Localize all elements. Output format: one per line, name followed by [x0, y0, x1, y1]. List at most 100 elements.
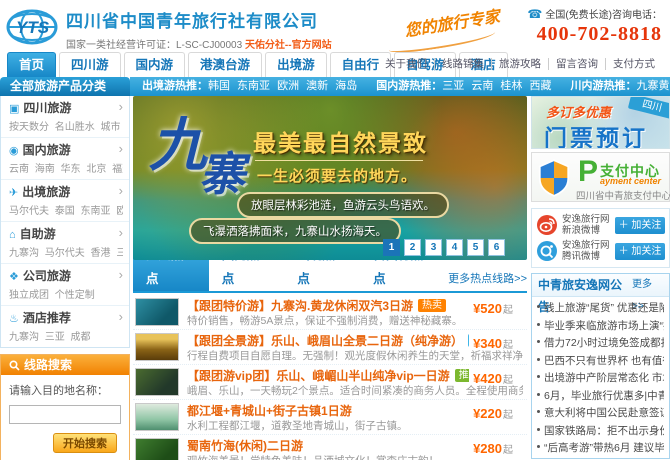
chevron-right-icon: › — [119, 141, 123, 156]
announcement-item[interactable]: 出境游中产阶层常态化 市场需要 — [537, 370, 664, 388]
category-item-sichuan[interactable]: ▣四川旅游› 按天数分 名山胜水 城市 — [1, 96, 129, 138]
route-search-panel: 线路搜索 请输入目的地名称： 开始搜索 热点搜索： 九寨沟 丽江 拉萨 峨眉山 … — [0, 354, 130, 460]
company-name: 四川省中国青年旅行社有限公司 — [66, 7, 332, 32]
weibo-follow-box: 安逸旅行网 新浪微博 ＋ 加关注 安 — [531, 208, 670, 268]
product-price: ¥340起 — [473, 336, 513, 351]
announcement-item[interactable]: “后高考游”带热6月 建议毕业 — [537, 440, 664, 458]
product-thumbnail[interactable] — [135, 368, 179, 396]
product-thumbnail[interactable] — [135, 298, 179, 326]
nav-tab-home[interactable]: 首页 — [7, 52, 56, 77]
link-payment-methods[interactable]: 支付方式 — [605, 58, 662, 70]
category-sublinks[interactable]: 按天数分 名山胜水 城市 — [9, 118, 123, 133]
hot-links-strip: 出境游热推：韩国 东南亚 欧洲 澳新 海岛 国内游热推：三亚 云南 桂林 西藏 … — [130, 77, 670, 96]
price-suffix: 起 — [503, 445, 513, 456]
banner-page-button[interactable]: 3 — [425, 239, 442, 256]
product-title-link[interactable]: 【跟团游vip团】乐山、峨嵋山半山纯净vip一日游 — [187, 369, 450, 383]
category-item-company[interactable]: ❖公司旅游› 独立成团 个性定制 — [1, 264, 129, 306]
product-item[interactable]: 【跟团游vip团】乐山、峨嵋山半山纯净vip一日游推荐 峨眉、乐山，一天畅玩2个… — [133, 365, 527, 400]
route-search-title: 线路搜索 — [24, 355, 72, 375]
domestic-hot-links[interactable]: 三亚 云南 桂林 西藏 — [442, 80, 551, 92]
category-name: 四川旅游 — [23, 101, 71, 115]
category-sublinks[interactable]: 九寨沟 三亚 成都 — [9, 328, 123, 343]
link-travel-guide[interactable]: 旅游攻略 — [491, 58, 548, 70]
price-value: ¥420 — [473, 371, 502, 386]
announcement-item[interactable]: 6月，毕业旅行优惠多|中青旅 — [537, 388, 664, 406]
destination-input[interactable] — [9, 405, 121, 424]
globe-icon: ◉ — [9, 145, 19, 157]
product-thumbnail[interactable] — [135, 333, 179, 361]
announcement-item[interactable]: 探秘巴西世界杯首战地圣保罗 体 — [537, 458, 664, 460]
link-message-consult[interactable]: 留言咨询 — [548, 58, 605, 70]
category-item-hotel[interactable]: ♨酒店推荐› 九寨沟 三亚 成都 — [1, 306, 129, 347]
route-search-body: 请输入目的地名称： 开始搜索 热点搜索： 九寨沟 丽江 拉萨 峨眉山 三亚 桂林… — [1, 375, 129, 460]
nav-tab-sichuan[interactable]: 四川游 — [59, 52, 121, 77]
hot-sale-badge: 热卖 — [418, 299, 446, 312]
right-column: 多订多优惠 门票预订 四川 P — [531, 96, 670, 459]
announcement-item[interactable]: 毕业季来临旅游市场上演“抢客” — [537, 318, 664, 336]
announcement-item[interactable]: 国家铁路局：拒不出示身份证将被 — [537, 423, 664, 441]
category-sublinks[interactable]: 独立成团 个性定制 — [9, 286, 123, 301]
banner-page-button[interactable]: 1 — [383, 239, 400, 256]
outbound-hot-links[interactable]: 韩国 东南亚 欧洲 澳新 海岛 — [208, 80, 357, 92]
product-thumbnail[interactable] — [135, 403, 179, 431]
product-title-link[interactable]: 蜀南竹海(休闲)二日游 — [187, 439, 303, 453]
banner-page-button[interactable]: 5 — [467, 239, 484, 256]
announcement-item[interactable]: 线上旅游“尾货” 优惠还是陷阱 — [537, 300, 664, 318]
nav-utility-links: 关于我们线路锦集旅游攻略留言咨询支付方式 — [378, 52, 662, 77]
price-value: ¥340 — [473, 336, 502, 351]
chevron-right-icon: › — [119, 267, 123, 282]
chevron-right-icon: › — [119, 309, 123, 324]
payment-center-box[interactable]: P 支付中心 ayment center 四川省中青旅支付中心 — [531, 152, 670, 202]
announcement-item[interactable]: 意大利将中国公民赴意签证办理时 — [537, 405, 664, 423]
ticket-booking-banner[interactable]: 多订多优惠 门票预订 四川 — [531, 96, 670, 149]
category-name: 公司旅游 — [23, 269, 71, 283]
announcement-item[interactable]: 巴西不只有世界杯 也有值得去旅 — [537, 353, 664, 371]
license-line: 国家一类社经营许可证：L-SC-CJ00003 天佑分社--官方网站 — [66, 36, 332, 51]
price-value: ¥220 — [473, 406, 502, 421]
main-content: ▣四川旅游› 按天数分 名山胜水 城市 ◉ 国内旅游 › 云南 海南 华东 北京 福… — [0, 96, 670, 460]
banner-page-button[interactable]: 4 — [446, 239, 463, 256]
announcement-item[interactable]: 借力72小时过境免签成都打造知 — [537, 335, 664, 353]
category-sublinks[interactable]: 云南 海南 华东 北京 福建 — [9, 160, 123, 175]
category-item-domestic[interactable]: ◉ 国内旅游 › 云南 海南 华东 北京 福建 — [1, 138, 129, 180]
left-sidebar: ▣四川旅游› 按天数分 名山胜水 城市 ◉ 国内旅游 › 云南 海南 华东 北京 福… — [0, 96, 130, 460]
product-item[interactable]: 蜀南竹海(休闲)二日游 观竹海美景！尝特色美味！品酒城文化！赏李庄古韵！ ¥28… — [133, 435, 527, 460]
category-sublinks[interactable]: 九寨沟 马尔代夫 香港 三亚 — [9, 244, 123, 259]
nav-tab-outbound[interactable]: 出境游 — [265, 52, 327, 77]
announcement-more-link[interactable]: 更多>> — [632, 274, 663, 296]
nav-tab-domestic[interactable]: 国内游 — [124, 52, 186, 77]
product-price: ¥280起 — [473, 441, 513, 456]
category-item-self-guided[interactable]: ⌂自助游› 九寨沟 马尔代夫 香港 三亚 — [1, 222, 129, 264]
start-search-button[interactable]: 开始搜索 — [53, 433, 117, 453]
link-about-us[interactable]: 关于我们 — [378, 58, 434, 70]
more-hot-routes-link[interactable]: 更多热点线路>> — [448, 267, 527, 291]
follow-button[interactable]: ＋ 加关注 — [615, 217, 665, 234]
product-title-link[interactable]: 【跟团全景游】乐山、峨眉山全景二日游（纯净游） — [187, 334, 463, 348]
weibo-account-line1: 安逸旅行网 — [562, 214, 610, 225]
cyts-globe-logo-icon: YTS — [6, 6, 62, 48]
category-name: 自助游 — [20, 227, 56, 241]
product-title-link[interactable]: 【跟团特价游】九寨沟.黄龙休闲双汽3日游 — [187, 299, 413, 313]
category-item-outbound[interactable]: ✈出境旅游› 马尔代夫 泰国 东南亚 欧洲 — [1, 180, 129, 222]
product-title-link[interactable]: 都江堰+青城山+街子古镇1日游 — [187, 404, 352, 418]
license-text: 国家一类社经营许可证：L-SC-CJ00003 — [66, 40, 242, 51]
branch-name: 天佑分社--官方网站 — [245, 40, 332, 51]
link-route-collection[interactable]: 线路锦集 — [434, 58, 491, 70]
phone-block: ☎全国(免费长途)咨询电话： 400-702-8818 — [527, 6, 662, 46]
product-item[interactable]: 【跟团特价游】九寨沟.黄龙休闲双汽3日游热卖 特价销售，畅游5A景点，保证不强制… — [133, 295, 527, 330]
follow-button[interactable]: ＋ 加关注 — [615, 243, 665, 260]
banner-page-button[interactable]: 2 — [404, 239, 421, 256]
product-thumbnail[interactable] — [135, 438, 179, 460]
category-sublinks[interactable]: 马尔代夫 泰国 东南亚 欧洲 — [9, 202, 123, 217]
chevron-right-icon: › — [119, 183, 123, 198]
category-name: 国内旅游 — [23, 143, 71, 157]
banner-page-button[interactable]: 6 — [488, 239, 505, 256]
route-search-header: 线路搜索 — [1, 355, 129, 375]
product-item[interactable]: 都江堰+青城山+街子古镇1日游 水利工程都江堰，道教圣地青城山，街子古镇。 ¥2… — [133, 400, 527, 435]
banner-divider — [255, 160, 423, 161]
product-item[interactable]: 【跟团全景游】乐山、峨眉山全景二日游（纯净游）特价 行程自费项目自愿自理。无强制… — [133, 330, 527, 365]
sichuan-hot-links[interactable]: 九寨黄龙 峨眉乐山 稻城亚丁 海螺沟 — [637, 80, 670, 92]
nav-tab-hkmotw[interactable]: 港澳台游 — [188, 52, 262, 77]
announcement-title: 中青旅安逸网公告 — [538, 274, 632, 296]
hero-banner[interactable]: 九 寨 最美最自然景致 一生必须要去的地方。 放眼层林彩池涟，鱼游云头鸟语欢。 … — [133, 96, 527, 260]
